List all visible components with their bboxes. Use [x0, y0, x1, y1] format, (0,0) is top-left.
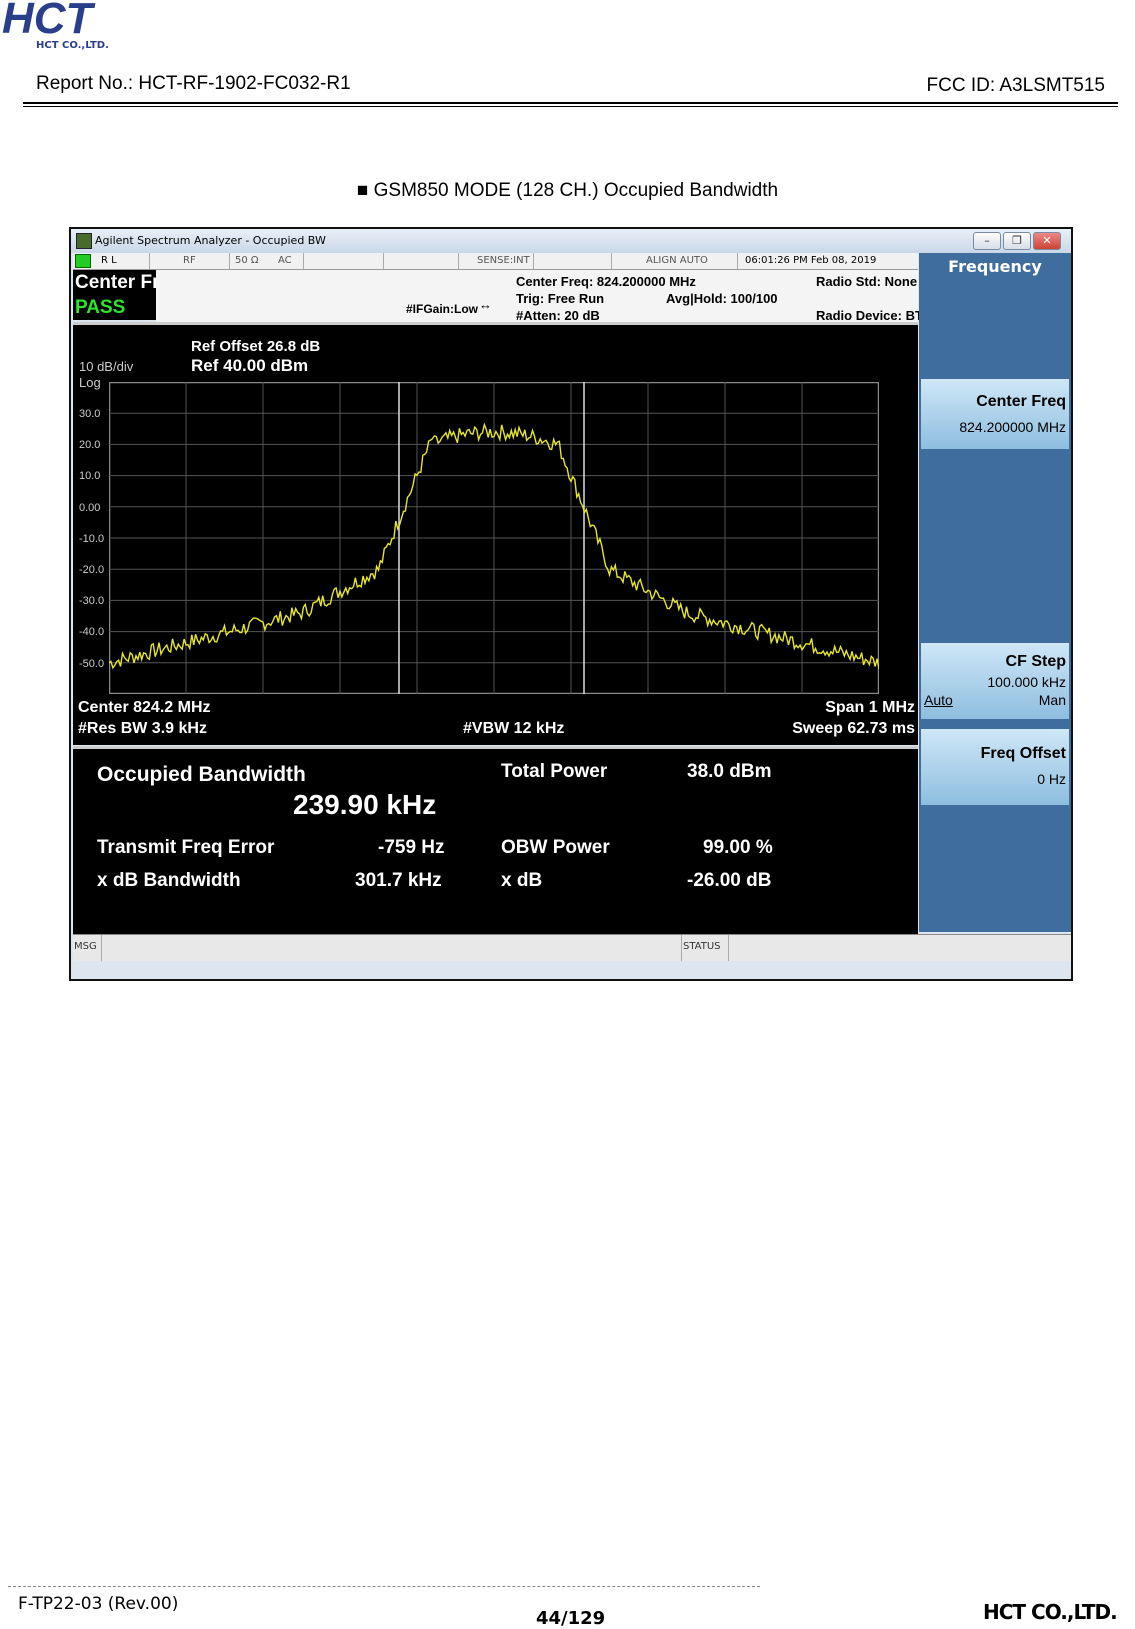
- softkey-menu-title: Frequency: [948, 257, 1042, 276]
- y-tick-label: -10.0: [79, 532, 105, 545]
- y-tick-label: -40.0: [79, 626, 105, 639]
- freq-offset-softkey[interactable]: Freq Offset 0 Hz: [921, 729, 1069, 805]
- y-tick-label: -30.0: [79, 595, 105, 608]
- restore-button[interactable]: ❐: [1003, 232, 1031, 250]
- tfe-value: -759 Hz: [378, 837, 445, 858]
- scale-label: 10 dB/div: [79, 359, 134, 374]
- trace-graph: [109, 382, 879, 694]
- spectrum-plot: Ref Offset 26.8 dB Ref 40.00 dBm 10 dB/d…: [73, 322, 918, 745]
- info-radio-std: Radio Std: None: [816, 274, 918, 289]
- message-strip: MSG STATUS: [73, 934, 1071, 961]
- info-radio-device: Radio Device: BTS: [816, 308, 932, 323]
- total-power-value: 38.0 dBm: [687, 761, 772, 782]
- datetime: 06:01:26 PM Feb 08, 2019: [745, 255, 877, 266]
- coupling-indicator: AC: [278, 255, 292, 266]
- cf-step-auto[interactable]: Auto: [924, 692, 953, 708]
- msg-label: MSG: [74, 941, 97, 952]
- spectrum-analyzer-screenshot: Agilent Spectrum Analyzer - Occupied BW …: [69, 227, 1073, 981]
- double-arrow-icon: ↔: [479, 297, 492, 312]
- y-tick-label: 10.0: [79, 470, 101, 483]
- sweep-label: Sweep 62.73 ms: [792, 720, 915, 737]
- info-atten: #Atten: 20 dB: [516, 308, 600, 323]
- close-button[interactable]: ✕: [1033, 232, 1061, 250]
- xdb-value: -26.00 dB: [687, 870, 772, 891]
- results-panel: Occupied Bandwidth 239.90 kHz Transmit F…: [73, 746, 918, 934]
- obw-value: 239.90 kHz: [293, 789, 437, 820]
- status-label: STATUS: [683, 941, 721, 952]
- window-titlebar: Agilent Spectrum Analyzer - Occupied BW …: [71, 229, 1071, 253]
- hct-logo: HCT HCT CO.,LTD.: [0, 0, 160, 56]
- info-avg-hold: Avg|Hold: 100/100: [666, 291, 778, 306]
- y-tick-label: 20.0: [79, 439, 101, 452]
- footer-logo: HCT CO.,LTD.: [983, 1600, 1118, 1624]
- info-center-freq: Center Freq: 824.200000 MHz: [516, 274, 696, 289]
- center-freq-softkey[interactable]: Center Freq 824.200000 MHz: [921, 379, 1069, 449]
- fcc-id: FCC ID: A3LSMT515: [926, 75, 1105, 96]
- obw-power-value: 99.00 %: [703, 837, 773, 858]
- cf-step-man[interactable]: Man: [1039, 692, 1066, 708]
- header-rule-thin: [23, 106, 1118, 107]
- total-power-label: Total Power: [501, 761, 608, 782]
- xdb-bw-value: 301.7 kHz: [355, 870, 442, 891]
- ifgain-label: #IFGain:Low: [406, 302, 478, 316]
- pass-indicator: PASS: [73, 295, 156, 320]
- status-strip: R L RF 50 Ω AC SENSE:INT ALIGN AUTO 06:0…: [73, 253, 918, 270]
- sense-indicator: SENSE:INT: [477, 255, 530, 266]
- tfe-label: Transmit Freq Error: [97, 837, 275, 858]
- obw-label: Occupied Bandwidth: [97, 763, 306, 786]
- align-indicator: ALIGN AUTO: [646, 255, 708, 266]
- y-tick-label: 0.00: [79, 501, 101, 514]
- page-number: 44/129: [536, 1608, 606, 1629]
- xdb-bw-label: x dB Bandwidth: [97, 870, 241, 891]
- y-tick-label: -50.0: [79, 657, 105, 670]
- rl-indicator: R L: [101, 255, 117, 266]
- y-tick-label: 30.0: [79, 408, 101, 420]
- log-label: Log: [79, 375, 101, 390]
- span-label: Span 1 MHz: [825, 699, 915, 716]
- xdb-label: x dB: [501, 870, 543, 891]
- obw-power-label: OBW Power: [501, 837, 610, 858]
- ref-level: Ref 40.00 dBm: [191, 356, 309, 375]
- svg-text:HCT: HCT: [2, 0, 96, 43]
- vbw-label: #VBW 12 kHz: [463, 720, 565, 737]
- rf-indicator: RF: [183, 255, 196, 266]
- minimize-button[interactable]: –: [973, 232, 1001, 250]
- softkey-panel: Frequency Center Freq 824.200000 MHz CF …: [919, 253, 1071, 932]
- cf-step-softkey[interactable]: CF Step 100.000 kHz Auto Man: [921, 643, 1069, 719]
- ref-offset: Ref Offset 26.8 dB: [191, 338, 321, 355]
- center-label: Center 824.2 MHz: [78, 699, 211, 716]
- header-rule: [23, 102, 1118, 104]
- svg-text:HCT CO.,LTD.: HCT CO.,LTD.: [36, 40, 109, 51]
- res-bw-label: #Res BW 3.9 kHz: [78, 720, 207, 737]
- form-number: F-TP22-03 (Rev.00): [18, 1594, 179, 1614]
- footer-rule: [8, 1586, 760, 1587]
- window-title: Agilent Spectrum Analyzer - Occupied BW: [95, 234, 326, 247]
- measurement-info: #IFGain:Low ↔ Center Freq: 824.200000 MH…: [156, 270, 932, 323]
- app-icon: [76, 233, 92, 249]
- info-trig: Trig: Free Run: [516, 291, 605, 306]
- y-tick-label: -20.0: [79, 564, 105, 576]
- section-title: ■ GSM850 MODE (128 CH.) Occupied Bandwid…: [356, 180, 779, 201]
- report-number: Report No.: HCT-RF-1902-FC032-R1: [36, 73, 351, 94]
- impedance-indicator: 50 Ω: [235, 255, 259, 266]
